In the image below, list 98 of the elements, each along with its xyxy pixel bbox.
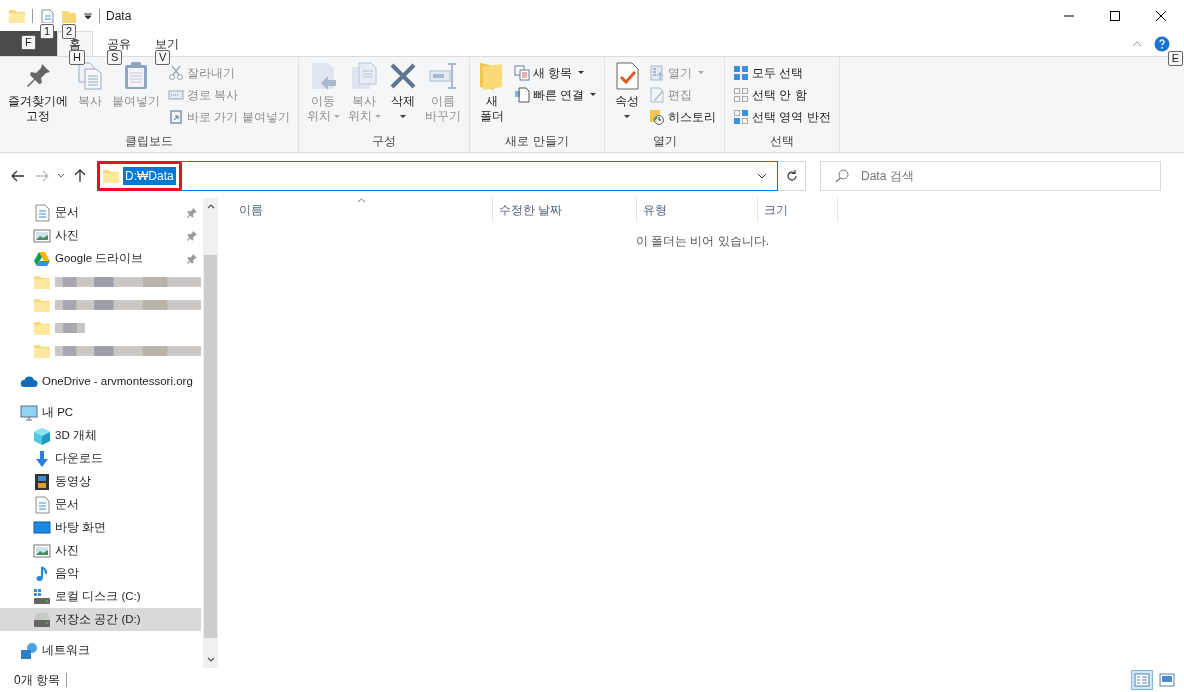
dropdown-icon[interactable] [757, 172, 767, 179]
nav-item[interactable]: 사진 [0, 224, 201, 247]
document-icon[interactable] [39, 8, 55, 23]
group-label: 클립보드 [123, 133, 174, 150]
ribbon-button[interactable]: 빠른 연결 [510, 84, 599, 105]
document-icon [33, 203, 51, 222]
cube-icon [33, 426, 51, 445]
copy-to-icon [350, 62, 379, 90]
network-icon [20, 641, 38, 660]
document-icon [33, 495, 51, 514]
chevron-down-icon [206, 657, 215, 662]
keytip: 1 [40, 23, 55, 39]
grid-invert-icon [733, 108, 749, 125]
keytip: H [69, 50, 85, 65]
nav-item[interactable]: 바탕 화면 [0, 516, 201, 539]
ribbon-button[interactable]: 선택 안 함 [730, 84, 834, 105]
clipboard-icon [122, 62, 150, 90]
nav-item[interactable]: Google 드라이브 [0, 247, 201, 270]
chevron-up-icon [206, 204, 215, 209]
ribbon-button[interactable]: 삭제 [385, 60, 420, 132]
history-icon [649, 108, 665, 125]
download-icon [33, 449, 51, 468]
group-label: 선택 [768, 133, 795, 150]
column-header[interactable]: 수정한 날짜 [493, 198, 637, 222]
rename-icon [428, 62, 457, 90]
caret-icon [57, 172, 65, 179]
move-icon [309, 62, 338, 90]
back-icon [11, 169, 25, 182]
group-label: 열기 [651, 133, 678, 150]
delete-icon [388, 62, 417, 90]
documents-icon [76, 62, 104, 90]
keytip: E [1167, 51, 1183, 66]
nav-item[interactable]: 사진 [0, 539, 201, 562]
forward-icon [35, 169, 49, 182]
keytip: V [155, 50, 171, 65]
large-icons-view-icon [1159, 672, 1175, 688]
window-title: Data [106, 7, 132, 25]
grid-outline-icon [733, 86, 749, 103]
hard-drive-icon [33, 610, 51, 629]
ribbon-button[interactable]: 속성 [610, 60, 644, 132]
column-header[interactable]: 유형 [637, 198, 758, 222]
ribbon-button[interactable]: 새 폴더 [474, 60, 509, 132]
up-icon [74, 168, 86, 183]
group-label: 구성 [370, 133, 397, 150]
details-view-icon [1134, 672, 1150, 688]
properties-icon [613, 62, 641, 90]
sort-ascending-icon [356, 198, 366, 203]
link-document-icon [513, 86, 530, 103]
desktop-icon [33, 518, 51, 537]
nav-item[interactable]: 음악 [0, 562, 201, 585]
windows-drive-icon [33, 587, 51, 606]
nav-item[interactable]: 문서 [0, 493, 201, 516]
view-button[interactable] [1156, 670, 1178, 690]
path-text[interactable]: D:₩Data [123, 166, 176, 185]
nav-item[interactable]: 3D 개체 [0, 424, 201, 447]
ribbon-button[interactable]: 선택 영역 반전 [730, 106, 834, 127]
nav-item[interactable]: 동영상 [0, 470, 201, 493]
ribbon-button[interactable]: 즐겨찾기에 고정 [5, 60, 71, 132]
nav-item[interactable]: 저장소 공간 (D:) [0, 608, 201, 631]
picture-icon [33, 541, 51, 560]
column-header[interactable]: 크기 [758, 198, 838, 222]
help-icon[interactable] [1154, 35, 1170, 52]
search-icon [835, 168, 849, 183]
scissors-icon [168, 64, 184, 81]
ribbon-button[interactable]: 히스토리 [646, 106, 719, 127]
blurred-text-drawing [55, 322, 85, 333]
film-icon [33, 472, 51, 491]
grid-icon [733, 64, 749, 81]
item-count: 0개 항목 [14, 672, 60, 689]
keytip: F [21, 35, 36, 50]
open-icon [649, 64, 665, 81]
keytip: 2 [62, 23, 77, 39]
nav-item[interactable]: OneDrive - arvmontessori.org [0, 370, 201, 393]
new-item-icon [513, 64, 530, 81]
maximize-icon [1109, 9, 1121, 22]
computer-icon [20, 403, 38, 422]
keytip: S [107, 50, 123, 65]
collapse-ribbon-icon[interactable] [1132, 39, 1142, 48]
refresh-icon [785, 169, 798, 182]
refresh-button[interactable] [778, 160, 806, 191]
nav-item[interactable]: 로컬 디스크 (C:) [0, 585, 201, 608]
ribbon-button[interactable]: 모두 선택 [730, 62, 834, 83]
group-label: 새로 만들기 [504, 133, 570, 150]
dropdown-icon[interactable] [83, 10, 93, 21]
close-icon [1155, 9, 1167, 22]
nav-item[interactable]: 문서 [0, 201, 201, 224]
ribbon-button[interactable]: 새 항목 [510, 62, 599, 83]
column-header[interactable]: 이름 [221, 198, 493, 222]
picture-icon [33, 226, 51, 245]
shortcut-icon [168, 108, 184, 125]
scrollbar-thumb[interactable] [204, 255, 217, 638]
nav-item[interactable]: 다운로드 [0, 447, 201, 470]
empty-message: 이 폴더는 비어 있습니다. [634, 233, 771, 250]
search-field[interactable]: Data 검색 [820, 160, 1161, 191]
edit-icon [649, 86, 665, 103]
drive-icon [33, 249, 51, 268]
nav-item[interactable]: 네트워크 [0, 639, 201, 662]
nav-item[interactable]: 내 PC [0, 401, 201, 424]
